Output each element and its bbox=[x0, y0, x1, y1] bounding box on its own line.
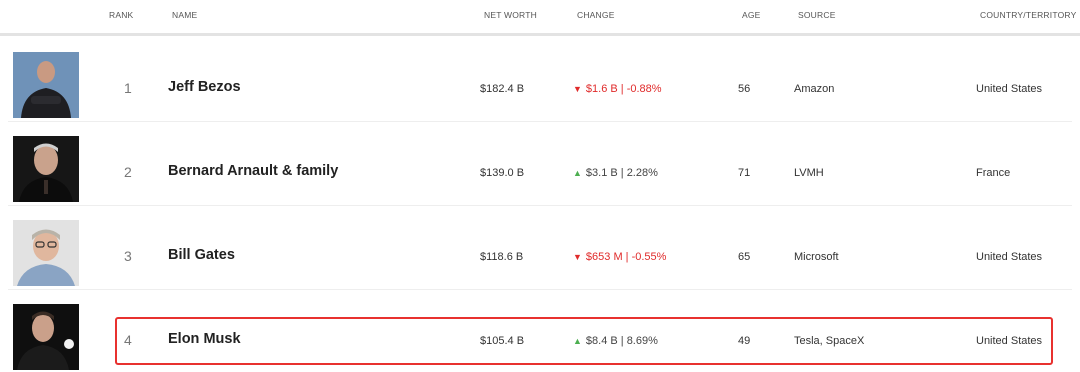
header-country[interactable]: COUNTRY/TERRITORY bbox=[980, 10, 1076, 20]
header-change[interactable]: CHANGE bbox=[577, 10, 615, 20]
table-row[interactable]: 1 Jeff Bezos $182.4 B ▼ $1.6 B | -0.88% 5… bbox=[8, 38, 1072, 122]
change-value: $8.4 B | 8.69% bbox=[585, 335, 658, 347]
person-name[interactable]: Elon Musk bbox=[168, 331, 241, 347]
triangle-down-icon: ▼ bbox=[573, 84, 582, 94]
triangle-down-icon: ▼ bbox=[573, 252, 582, 262]
source: LVMH bbox=[794, 167, 824, 179]
header-source[interactable]: SOURCE bbox=[798, 10, 836, 20]
change: ▼ $653 M | -0.55% bbox=[573, 251, 666, 263]
triangle-up-icon: ▲ bbox=[573, 168, 582, 178]
change-value: $3.1 B | 2.28% bbox=[585, 167, 658, 179]
change: ▲ $3.1 B | 2.28% bbox=[573, 167, 658, 179]
triangle-up-icon: ▲ bbox=[573, 336, 582, 346]
net-worth: $182.4 B bbox=[480, 83, 525, 95]
avatar-elon-musk bbox=[13, 304, 79, 370]
avatar-bernard-arnault bbox=[13, 136, 79, 202]
avatar-jeff-bezos bbox=[13, 52, 79, 118]
table-header: RANK NAME NET WORTH CHANGE AGE SOURCE CO… bbox=[0, 0, 1080, 36]
rank: 1 bbox=[124, 80, 132, 96]
source: Amazon bbox=[794, 83, 835, 95]
age: 71 bbox=[738, 167, 751, 179]
header-net-worth[interactable]: NET WORTH bbox=[484, 10, 537, 20]
person-name[interactable]: Bernard Arnault & family bbox=[168, 163, 338, 179]
change-value: $1.6 B | -0.88% bbox=[585, 83, 662, 95]
person-photo-icon bbox=[13, 304, 79, 370]
net-worth: $118.6 B bbox=[480, 251, 524, 263]
country: United States bbox=[976, 251, 1043, 263]
table-row[interactable]: 2 Bernard Arnault & family $139.0 B ▲ $3.… bbox=[8, 122, 1072, 206]
person-photo-icon bbox=[13, 136, 79, 202]
source: Tesla, SpaceX bbox=[794, 335, 865, 347]
age: 49 bbox=[738, 335, 751, 347]
age: 56 bbox=[738, 83, 751, 95]
header-rank[interactable]: RANK bbox=[109, 10, 133, 20]
country: France bbox=[976, 167, 1011, 179]
country: United States bbox=[976, 83, 1043, 95]
change-value: $653 M | -0.55% bbox=[585, 251, 667, 263]
person-photo-icon bbox=[13, 220, 79, 286]
person-photo-icon bbox=[13, 52, 79, 118]
age: 65 bbox=[738, 251, 751, 263]
country: United States bbox=[976, 335, 1043, 347]
table-row[interactable]: 3 Bill Gates $118.6 B ▼ $653 M | -0.55% 6… bbox=[8, 206, 1072, 290]
person-name[interactable]: Bill Gates bbox=[168, 247, 235, 263]
net-worth: $139.0 B bbox=[480, 167, 525, 179]
header-name[interactable]: NAME bbox=[172, 10, 197, 20]
rank: 3 bbox=[124, 248, 132, 264]
table-row[interactable]: 4 Elon Musk $105.4 B ▲ $8.4 B | 8.69% 49 … bbox=[8, 290, 1072, 372]
avatar-bill-gates bbox=[13, 220, 79, 286]
change: ▲ $8.4 B | 8.69% bbox=[573, 335, 658, 347]
person-name[interactable]: Jeff Bezos bbox=[168, 79, 241, 95]
header-age[interactable]: AGE bbox=[742, 10, 761, 20]
rank: 4 bbox=[124, 332, 132, 348]
net-worth: $105.4 B bbox=[480, 335, 525, 347]
source: Microsoft bbox=[794, 251, 839, 263]
change: ▼ $1.6 B | -0.88% bbox=[573, 83, 662, 95]
rank: 2 bbox=[124, 164, 132, 180]
